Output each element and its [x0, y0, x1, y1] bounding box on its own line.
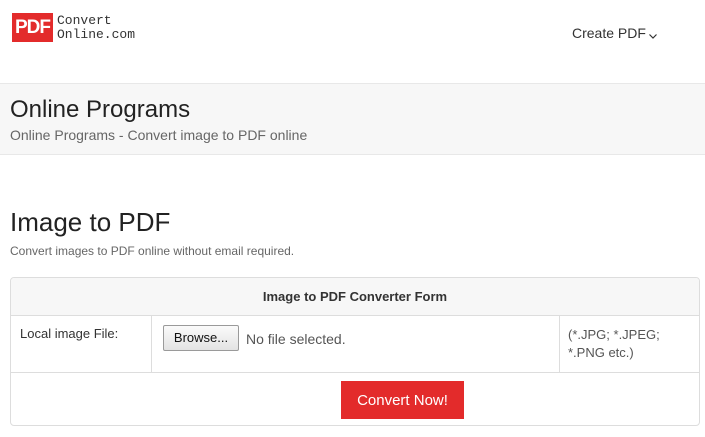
- tool-description: Convert images to PDF online without ema…: [10, 244, 295, 258]
- tool-title: Image to PDF: [10, 207, 171, 237]
- file-status: No file selected.: [246, 331, 346, 347]
- convert-now-button[interactable]: Convert Now!: [341, 381, 464, 419]
- site-logo[interactable]: PDF Convert Online.com: [12, 13, 135, 42]
- format-hint-line-1: (*.JPG; *.JPEG;: [568, 327, 660, 342]
- page-header-band: Online Programs Online Programs - Conver…: [0, 83, 705, 155]
- logo-line-1: Convert: [57, 13, 112, 28]
- format-hint-line-2: *.PNG etc.): [568, 345, 634, 360]
- page-title: Online Programs: [10, 96, 191, 123]
- site-header: PDF Convert Online.com Create PDF: [0, 0, 705, 83]
- file-input-row: Local image File: Browse... No file sele…: [11, 316, 699, 373]
- browse-button[interactable]: Browse...: [163, 325, 239, 351]
- breadcrumb: Online Programs - Convert image to PDF o…: [10, 127, 308, 143]
- form-footer: Convert Now!: [11, 373, 699, 425]
- file-label: Local image File:: [11, 316, 152, 372]
- nav-create-pdf-dropdown[interactable]: Create PDF: [572, 25, 658, 41]
- form-heading: Image to PDF Converter Form: [11, 278, 699, 316]
- file-input-cell: Browse... No file selected.: [152, 316, 559, 372]
- logo-text: Convert Online.com: [57, 13, 135, 42]
- nav-create-pdf-label: Create PDF: [572, 25, 646, 41]
- converter-form: Image to PDF Converter Form Local image …: [10, 277, 700, 426]
- logo-badge: PDF: [12, 13, 53, 42]
- format-hint: (*.JPG; *.JPEG; *.PNG etc.): [559, 316, 699, 372]
- chevron-down-icon: [648, 28, 658, 39]
- logo-line-2: Online.com: [57, 27, 136, 42]
